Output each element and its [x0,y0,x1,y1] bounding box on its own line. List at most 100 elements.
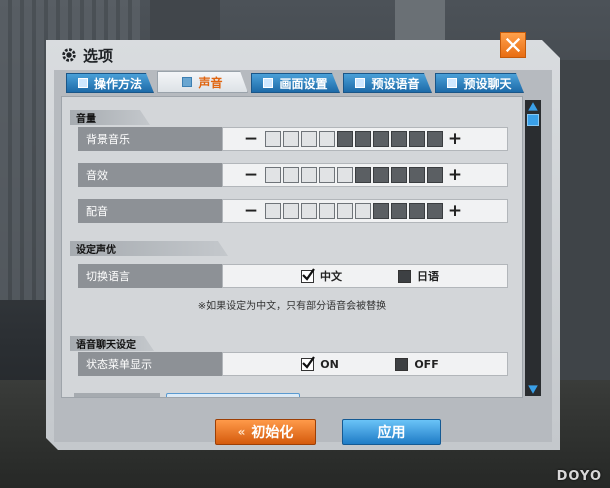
volume-segment[interactable] [319,131,335,147]
volume-segment[interactable] [355,203,371,219]
option-on[interactable]: ON [301,355,339,371]
row-label: 音效 [78,163,222,187]
tab-marker-icon [182,77,192,87]
tab-bar: 操作方法 声音 画面设置 预设语音 预设聊天 [66,73,524,93]
volume-segment[interactable] [337,131,353,147]
volume-segment[interactable] [409,167,425,183]
volume-slider: − + [222,163,508,187]
volume-segments[interactable] [265,203,445,219]
reset-button[interactable]: « 初始化 [215,419,316,445]
tab-marker-icon [447,78,457,88]
tab-marker-icon [263,78,273,88]
status-menu-options: ON OFF [222,352,508,376]
clipped-button[interactable] [166,393,300,397]
tab-marker-icon [78,78,88,88]
volume-slider: − + [222,127,508,151]
scrollbar[interactable] [525,100,541,396]
volume-increase-button[interactable]: + [445,202,465,220]
option-chinese[interactable]: 中文 [301,267,342,284]
option-japanese[interactable]: 日语 [398,268,439,284]
volume-segment[interactable] [427,203,443,219]
section-title-voice-chat: 语音聊天设定 [70,336,154,351]
button-label: 初始化 [251,425,294,441]
volume-segment[interactable] [391,131,407,147]
gear-icon [60,46,78,64]
volume-segment[interactable] [301,131,317,147]
section-title-voice-actor: 设定声优 [70,241,228,256]
tab-preset-chat[interactable]: 预设聊天 [435,73,524,93]
volume-segment[interactable] [265,167,281,183]
volume-segment[interactable] [265,203,281,219]
status-menu-row: 状态菜单显示 ON OFF [78,352,508,376]
option-off[interactable]: OFF [395,357,439,371]
tab-display[interactable]: 画面设置 [251,73,340,93]
clipped-section-title [74,393,160,397]
row-label: 背景音乐 [78,127,222,151]
row-label: 状态菜单显示 [78,352,222,376]
volume-decrease-button[interactable]: − [241,202,261,220]
volume-segment[interactable] [409,131,425,147]
volume-segment[interactable] [319,203,335,219]
tab-marker-icon [355,78,365,88]
sound-settings-panel: 音量 背景音乐 − + 音效 − + 配音 − + 设定声优 切换语言 中文 日… [61,96,523,398]
volume-segment[interactable] [301,203,317,219]
volume-segment[interactable] [391,203,407,219]
window-title-bar: 选项 [60,44,113,66]
checkbox-unchecked[interactable] [395,357,409,371]
volume-segment[interactable] [373,131,389,147]
volume-segment[interactable] [301,167,317,183]
checkbox-checked[interactable] [301,355,316,371]
volume-segments[interactable] [265,167,445,183]
tab-preset-voice[interactable]: 预设语音 [343,73,432,93]
volume-segment[interactable] [427,131,443,147]
volume-slider: − + [222,199,508,223]
volume-segment[interactable] [283,203,299,219]
language-note: ※如果设定为中文，只有部分语音会被替换 [197,301,387,312]
option-label: 中文 [320,270,342,283]
tab-controls[interactable]: 操作方法 [66,73,154,93]
volume-row-bgm: 背景音乐 − + [78,127,508,151]
row-label: 切换语言 [78,264,222,288]
row-label: 配音 [78,199,222,223]
tab-sound[interactable]: 声音 [157,71,248,93]
volume-segment[interactable] [355,167,371,183]
volume-segment[interactable] [337,167,353,183]
volume-decrease-button[interactable]: − [241,130,261,148]
tab-label: 声音 [198,75,223,90]
volume-increase-button[interactable]: + [445,166,465,184]
volume-segment[interactable] [391,167,407,183]
watermark: DOYO [556,469,602,484]
double-chevron-icon: « [237,425,246,439]
checkbox-checked[interactable] [301,267,315,283]
volume-segment[interactable] [427,167,443,183]
volume-segment[interactable] [337,203,353,219]
volume-segment[interactable] [265,131,281,147]
tab-label: 预设聊天 [463,76,512,91]
volume-segment[interactable] [373,167,389,183]
close-icon [505,37,521,53]
background-building [560,60,610,380]
volume-segments[interactable] [265,131,445,147]
option-label: 日语 [417,270,439,283]
checkmark-icon [302,355,316,369]
checkmark-icon [302,267,315,281]
volume-row-sfx: 音效 − + [78,163,508,187]
scroll-up-arrow-icon[interactable] [526,100,540,114]
checkbox-unchecked[interactable] [398,269,411,283]
close-button[interactable] [500,32,526,58]
scroll-down-arrow-icon[interactable] [526,382,540,396]
volume-segment[interactable] [355,131,371,147]
volume-segment[interactable] [283,167,299,183]
tab-label: 画面设置 [279,76,328,91]
volume-segment[interactable] [409,203,425,219]
apply-button[interactable]: 应用 [342,419,441,445]
volume-row-voice: 配音 − + [78,199,508,223]
window-title: 选项 [83,46,114,65]
volume-increase-button[interactable]: + [445,130,465,148]
volume-segment[interactable] [283,131,299,147]
volume-segment[interactable] [319,167,335,183]
volume-decrease-button[interactable]: − [241,166,261,184]
volume-segment[interactable] [373,203,389,219]
scrollbar-thumb[interactable] [527,114,539,126]
section-title-volume: 音量 [70,110,150,125]
